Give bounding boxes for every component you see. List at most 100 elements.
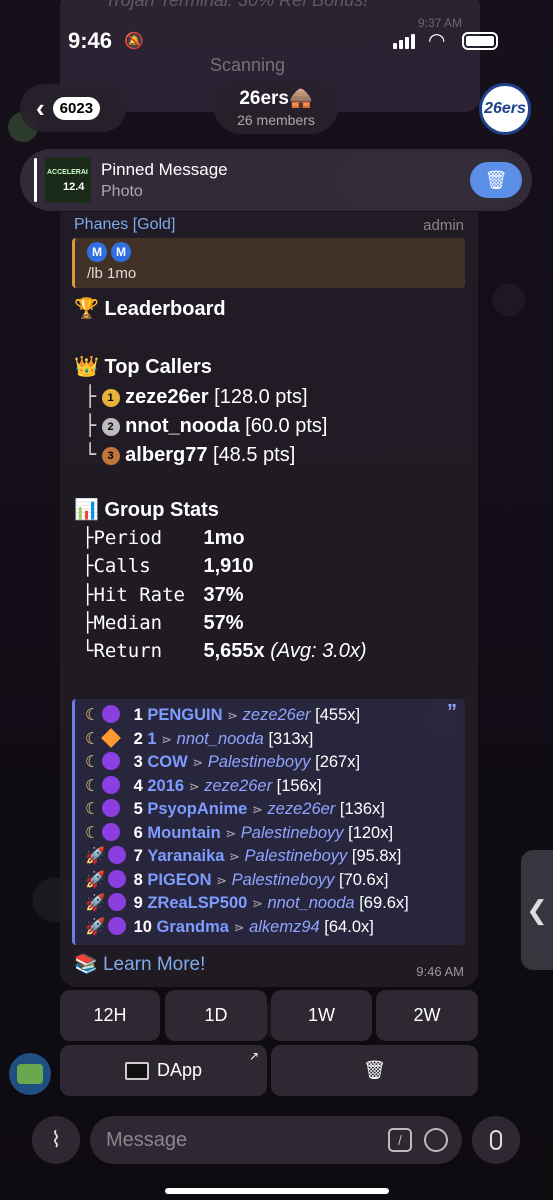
caller-link[interactable]: zeze26er [267,800,335,818]
token-link[interactable]: Mountain [147,824,220,842]
stat-row: ├Median 57% [82,612,244,634]
mute-bell-icon: 🔕 [124,33,144,50]
trash-icon: 🗑 [484,169,508,190]
stat-row: └Return 5,655x (Avg: 3.0x) [82,640,367,662]
back-button[interactable]: ‹ 6023 [20,84,126,132]
pinned-title: Pinned Message [101,159,228,179]
caller-link[interactable]: nnot_nooda [267,894,354,912]
sender-name[interactable]: Phanes [Gold] [74,216,175,234]
stat-row: ├Period 1mo [82,527,245,549]
unpin-trash-button[interactable]: 🗑 [470,162,522,198]
reply-emojis: M M [87,242,131,262]
wifi-icon: ◠ [428,30,446,52]
call-row: 🚀 7 Yaranaika ⋗ Palestineboyy [95.8x] [85,846,402,865]
stat-row: ├Calls 1,910 [82,555,254,577]
m-badge-icon: M [87,242,107,262]
status-bar: 9:46 🔕 ◠ [0,28,553,58]
group-avatar[interactable]: 26ers [479,83,531,135]
caller-link[interactable]: Palestineboyy [241,824,344,842]
kb-button-2w[interactable]: 2W [376,990,478,1041]
bot-avatar[interactable] [9,1053,51,1095]
top-caller-row: └ 3 alberg77 [48.5 pts] [84,442,296,466]
token-link[interactable]: Yaranaika [147,847,224,865]
monitor-icon [124,1061,149,1080]
call-row: ☾ 2 1 ⋗ nnot_nooda [313x] [85,727,314,748]
member-count: 26 members [237,112,315,128]
moon-icon: ☾ [85,729,100,748]
arrow-icon: ⋗ [251,896,263,911]
token-link[interactable]: PENGUIN [147,706,222,724]
bronze-medal-icon: 3 [101,446,120,465]
kb-button-1d[interactable]: 1D [165,990,267,1041]
caller-link[interactable]: Palestineboyy [232,871,335,889]
arrow-icon: ⋗ [216,872,228,888]
gold-medal-icon: 1 [101,388,120,407]
arrow-icon: ⋗ [188,778,200,794]
arrow-icon: ⋗ [251,802,263,817]
home-indicator [165,1188,389,1194]
call-row: 🚀 10 Grandma ⋗ alkemz94 [64.0x] [85,916,374,936]
chevron-left-icon: ‹ [36,92,45,123]
chat-name: 26ers🛖 [239,88,313,109]
purple-circle-icon [101,822,120,841]
arrow-icon: ⋗ [227,708,239,723]
token-link[interactable]: PsyopAnime [147,800,247,818]
token-link[interactable]: ZReaLSP500 [147,894,247,912]
status-time: 9:46 [68,28,113,53]
token-link[interactable]: PIGEON [147,871,211,889]
pinned-message-bar[interactable]: ACCELERAI 12.4 Pinned Message Photo 🗑 [20,149,532,211]
m-badge-icon: M [111,242,131,262]
message-input[interactable]: Message / [90,1116,462,1164]
token-link[interactable]: 1 [147,730,156,748]
pinned-thumbnail: ACCELERAI 12.4 [45,157,91,203]
battery-icon [462,32,498,50]
purple-circle-icon [101,775,120,794]
call-row: ☾ 5 PsyopAnime ⋗ zeze26er [136x] [85,799,385,818]
caller-link[interactable]: Palestineboyy [208,753,311,771]
call-row: ☾ 4 2016 ⋗ zeze26er [156x] [85,775,322,795]
reply-quote[interactable]: M M /lb 1mo [72,238,465,288]
bot-commands-icon[interactable]: / [388,1128,412,1152]
rocket-icon: 🚀 [85,847,106,865]
arrow-icon: ⋗ [229,849,240,864]
rocket-icon: 🚀 [85,894,106,912]
trophy-icon: 🏆 [74,298,99,320]
caller-link[interactable]: zeze26er [204,777,272,795]
kb-button-trash[interactable]: 🗑 [271,1045,478,1096]
unread-count-badge: 6023 [52,96,101,120]
token-link[interactable]: Grandma [157,918,229,936]
rocket-icon: 🚀 [85,870,106,889]
moon-icon: ☾ [85,823,100,842]
purple-circle-icon [107,893,126,911]
token-link[interactable]: COW [147,753,187,771]
kb-button-1w[interactable]: 1W [271,990,372,1041]
call-row: ☾ 1 PENGUIN ⋗ zeze26er [455x] [85,705,361,724]
attach-button[interactable]: ⌇ [32,1116,80,1164]
microphone-icon [490,1130,502,1150]
call-row: ☾ 6 Mountain ⋗ Palestineboyy [120x] [85,822,394,842]
kb-button-12h[interactable]: 12H [60,990,160,1041]
caller-link[interactable]: nnot_nooda [177,730,264,748]
caller-link[interactable]: alkemz94 [249,918,320,936]
purple-circle-icon [107,869,126,888]
top-callers-heading: 👑 Top Callers [74,356,212,378]
moon-icon: ☾ [85,706,100,724]
crown-icon: 👑 [74,356,99,378]
hut-emoji-icon: 🛖 [289,88,313,109]
pinned-indicator [34,158,37,202]
kb-button-dapp[interactable]: DApp ↗ [60,1045,267,1096]
sticker-icon[interactable] [424,1128,448,1152]
arrow-icon: ⋗ [233,919,245,935]
microphone-button[interactable] [472,1116,520,1164]
chat-title[interactable]: 26ers🛖 26 members [214,80,338,134]
reply-command: /lb 1mo [87,265,137,282]
paperclip-icon: ⌇ [50,1127,62,1152]
moon-icon: ☾ [85,753,100,771]
learn-more-link[interactable]: 📚 Learn More! [74,952,205,976]
token-link[interactable]: 2016 [147,777,184,795]
caller-link[interactable]: zeze26er [243,706,311,724]
side-panel-handle[interactable]: ❮ [521,850,553,970]
caller-link[interactable]: Palestineboyy [245,847,348,865]
message-time: 9:46 AM [416,964,464,979]
moon-icon: ☾ [85,776,100,795]
